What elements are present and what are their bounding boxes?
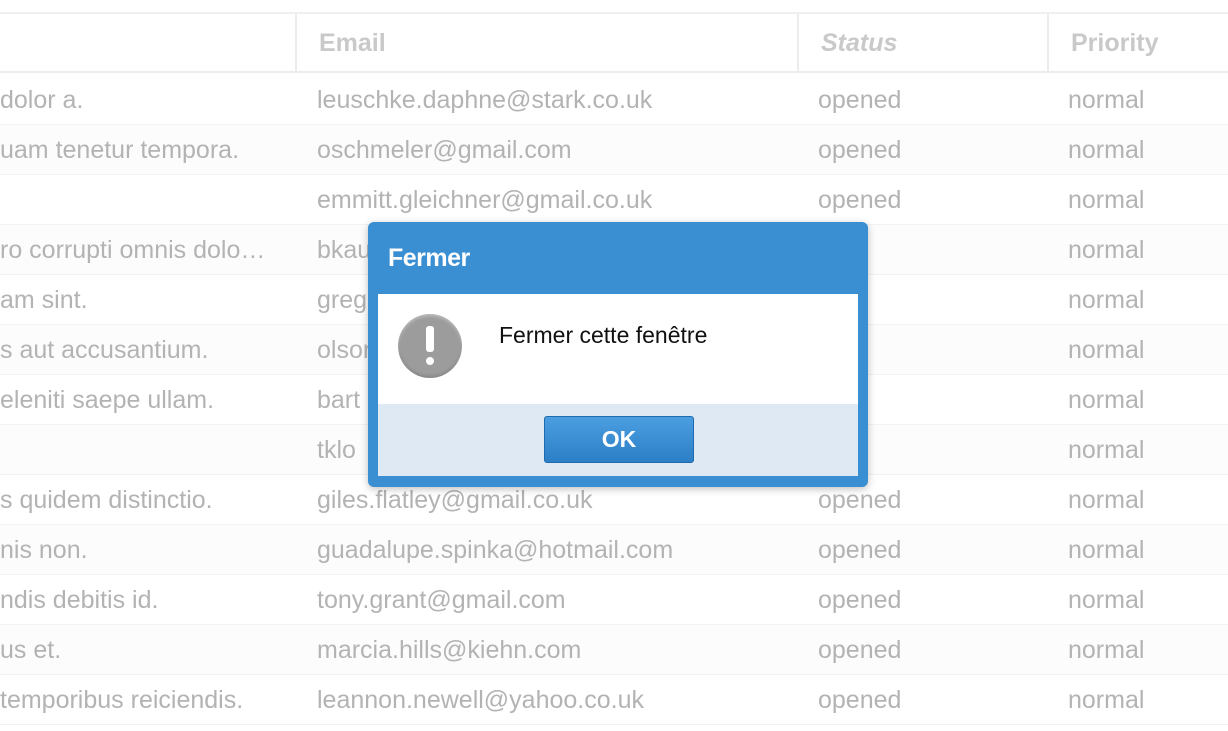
- priority-cell: normal: [1068, 336, 1145, 364]
- priority-cell: normal: [1068, 486, 1145, 514]
- table-row[interactable]: dolor a. leuschke.daphne@stark.co.uk ope…: [0, 75, 1228, 125]
- priority-cell: normal: [1068, 186, 1145, 214]
- status-cell: opened: [818, 586, 902, 614]
- title-cell: s aut accusantium.: [0, 336, 209, 364]
- priority-cell: normal: [1068, 636, 1145, 664]
- email-cell: emmitt.gleichner@gmail.co.uk: [317, 186, 653, 214]
- dialog-body: Fermer cette fenêtre: [378, 294, 858, 404]
- column-header-title[interactable]: [0, 14, 295, 73]
- status-cell: opened: [818, 86, 902, 114]
- email-cell: leuschke.daphne@stark.co.uk: [317, 86, 653, 114]
- dialog-title: Fermer: [388, 244, 470, 272]
- priority-cell: normal: [1068, 586, 1145, 614]
- dialog-footer: OK: [378, 404, 858, 476]
- email-cell: marcia.hills@kiehn.com: [317, 636, 582, 664]
- status-cell: opened: [818, 636, 902, 664]
- priority-cell: normal: [1068, 236, 1145, 264]
- table-row[interactable]: ndis debitis id. tony.grant@gmail.com op…: [0, 575, 1228, 625]
- priority-cell: normal: [1068, 286, 1145, 314]
- grid-header: Email Status Priority: [0, 12, 1228, 73]
- ok-button[interactable]: OK: [544, 416, 694, 463]
- priority-cell: normal: [1068, 536, 1145, 564]
- column-header-priority[interactable]: Priority: [1047, 14, 1228, 73]
- title-cell: eleniti saepe ullam.: [0, 386, 215, 414]
- title-cell: temporibus reiciendis.: [0, 686, 244, 714]
- title-cell: uam tenetur tempora.: [0, 136, 240, 164]
- status-cell: opened: [818, 686, 902, 714]
- priority-cell: normal: [1068, 686, 1145, 714]
- table-row[interactable]: emmitt.gleichner@gmail.co.uk opened norm…: [0, 175, 1228, 225]
- dialog-message: Fermer cette fenêtre: [499, 322, 708, 348]
- priority-cell: normal: [1068, 136, 1145, 164]
- column-header-email[interactable]: Email: [295, 14, 797, 73]
- email-cell: guadalupe.spinka@hotmail.com: [317, 536, 674, 564]
- title-cell: am sint.: [0, 286, 88, 314]
- priority-cell: normal: [1068, 386, 1145, 414]
- priority-cell: normal: [1068, 86, 1145, 114]
- title-cell: dolor a.: [0, 86, 84, 114]
- table-row[interactable]: nis non. guadalupe.spinka@hotmail.com op…: [0, 525, 1228, 575]
- title-cell: [0, 175, 275, 225]
- title-cell: s quidem distinctio.: [0, 486, 213, 514]
- title-cell: [0, 425, 275, 475]
- title-cell: ndis debitis id.: [0, 586, 159, 614]
- title-cell: ro corrupti omnis dolo…: [0, 236, 266, 264]
- table-row[interactable]: temporibus reiciendis. leannon.newell@ya…: [0, 675, 1228, 725]
- email-cell: oschmeler@gmail.com: [317, 136, 572, 164]
- warning-icon: [398, 314, 462, 378]
- table-row[interactable]: uam tenetur tempora. oschmeler@gmail.com…: [0, 125, 1228, 175]
- email-cell: leannon.newell@yahoo.co.uk: [317, 686, 644, 714]
- status-cell: opened: [818, 186, 902, 214]
- table-row[interactable]: us et. marcia.hills@kiehn.com opened nor…: [0, 625, 1228, 675]
- email-cell: tony.grant@gmail.com: [317, 586, 566, 614]
- close-dialog: Fermer Fermer cette fenêtre OK: [368, 222, 868, 487]
- title-cell: nis non.: [0, 536, 88, 564]
- status-cell: opened: [818, 136, 902, 164]
- status-cell: opened: [818, 536, 902, 564]
- column-header-status[interactable]: Status: [797, 14, 1047, 73]
- priority-cell: normal: [1068, 436, 1145, 464]
- title-cell: us et.: [0, 636, 62, 664]
